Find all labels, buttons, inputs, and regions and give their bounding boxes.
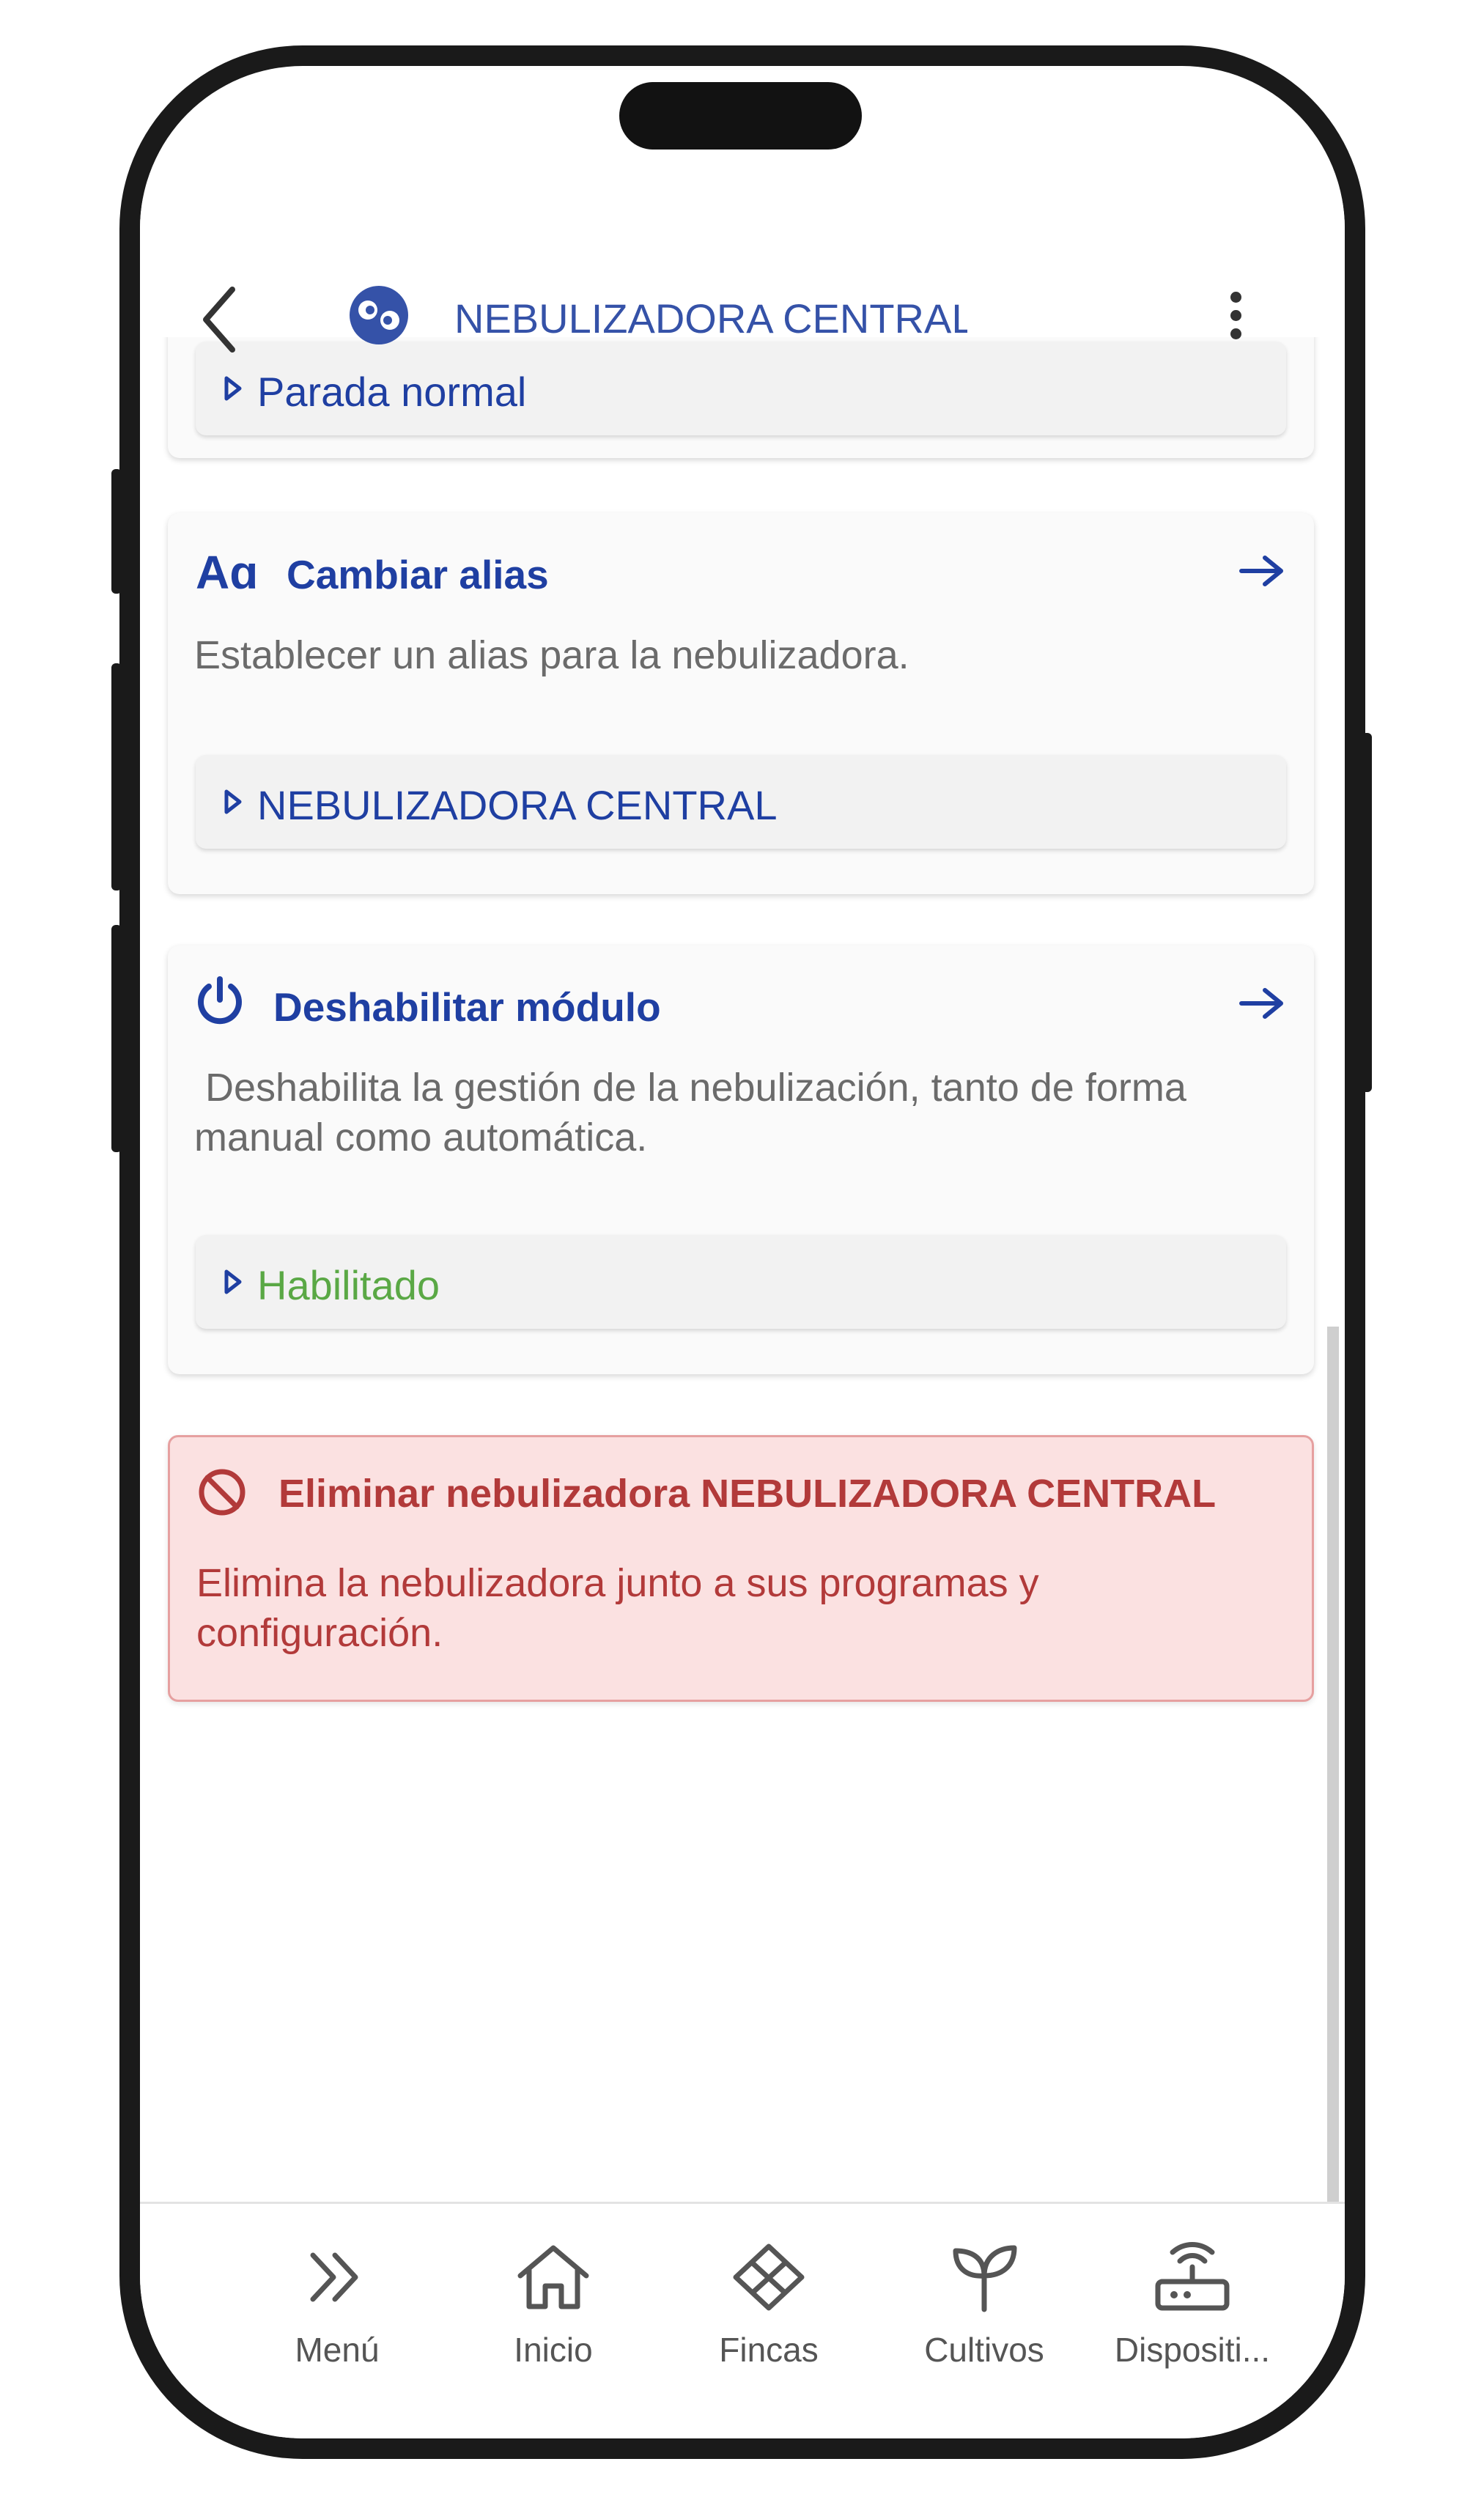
plant-icon <box>953 2245 1017 2312</box>
font-icon: Aɑ <box>196 546 259 599</box>
triangle-icon <box>224 789 242 814</box>
delete-title: Eliminar nebulizadora NEBULIZADORA CENTR… <box>278 1472 1217 1516</box>
nav-label-fincas: Fincas <box>719 2331 819 2369</box>
nav-item-menu[interactable]: Menú <box>227 2204 447 2380</box>
dynamic-island <box>619 82 862 150</box>
alias-title: Cambiar alias <box>287 552 549 597</box>
bottom-nav: Menú Inicio Fincas Cultivos Dispositi... <box>140 2202 1345 2438</box>
scrollbar[interactable] <box>1327 1327 1339 2206</box>
page-title: NEBULIZADORA CENTRAL - Connec... <box>454 295 967 339</box>
nav-label-cultivos: Cultivos <box>924 2331 1044 2369</box>
router-icon <box>1155 2242 1230 2311</box>
nav-label-menu: Menú <box>295 2331 380 2369</box>
fields-icon <box>733 2243 805 2311</box>
nav-item-fincas[interactable]: Fincas <box>659 2204 879 2380</box>
arrow-right-icon[interactable] <box>1238 986 1285 1021</box>
parada-value-row[interactable]: Parada normal <box>196 342 1286 435</box>
delete-description: Elimina la nebulizadora junto a sus prog… <box>196 1561 1039 1655</box>
alias-description: Establecer un alias para la nebulizadora… <box>194 633 909 677</box>
triangle-icon <box>224 1269 242 1294</box>
delete-card[interactable]: Eliminar nebulizadora NEBULIZADORA CENTR… <box>168 1435 1314 1702</box>
nav-label-dispositivos: Dispositi... <box>1114 2331 1271 2369</box>
nav-item-inicio[interactable]: Inicio <box>443 2204 663 2380</box>
power-icon <box>198 976 242 1025</box>
alias-value: NEBULIZADORA CENTRAL <box>257 782 778 828</box>
parada-value: Parada normal <box>257 369 527 415</box>
modulo-card[interactable]: Deshabilitar módulo Deshabilita la gesti… <box>168 945 1314 1374</box>
logo-icon <box>350 286 408 344</box>
app-screen: Parada normal NEBULIZADORA CENTRAL - Con… <box>140 66 1345 2438</box>
modulo-value-row[interactable]: Habilitado <box>196 1235 1286 1329</box>
kebab-icon[interactable] <box>1225 292 1247 350</box>
block-icon <box>199 1469 246 1516</box>
nav-item-dispositivos[interactable]: Dispositi... <box>1082 2204 1302 2380</box>
alias-value-row[interactable]: NEBULIZADORA CENTRAL <box>196 755 1286 849</box>
alias-card[interactable]: Aɑ Cambiar alias Establecer un alias par… <box>168 513 1314 894</box>
arrow-right-icon[interactable] <box>1238 553 1285 589</box>
home-icon <box>517 2245 589 2309</box>
nav-label-inicio: Inicio <box>514 2331 593 2369</box>
double-chevron-icon <box>310 2252 358 2302</box>
triangle-icon <box>224 376 242 401</box>
modulo-title: Deshabilitar módulo <box>273 984 661 1030</box>
modulo-value: Habilitado <box>257 1262 440 1308</box>
nav-item-cultivos[interactable]: Cultivos <box>874 2204 1094 2380</box>
modulo-description: Deshabilita la gestión de la nebulizació… <box>194 1066 1197 1159</box>
back-icon[interactable] <box>197 279 241 360</box>
app-header: NEBULIZADORA CENTRAL - Connec... <box>140 198 1345 353</box>
